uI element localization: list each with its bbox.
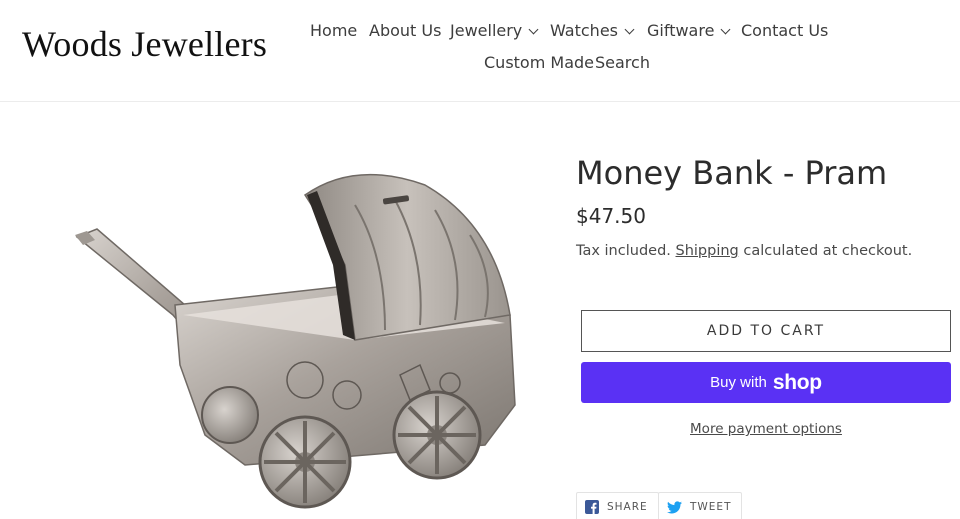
nav-about-us-label: About Us	[369, 21, 442, 40]
nav-about-us[interactable]: About Us	[369, 21, 441, 40]
site-header: Woods Jewellers Home About Us Jewellery …	[0, 0, 960, 102]
buy-with-label: Buy with	[710, 374, 767, 391]
nav-home[interactable]: Home	[310, 21, 357, 40]
chevron-down-icon	[528, 24, 539, 35]
tax-note: Tax included. Shipping calculated at che…	[576, 243, 912, 259]
nav-jewellery[interactable]: Jewellery	[450, 21, 539, 40]
nav-search[interactable]: Search	[595, 53, 650, 72]
more-payment-options-link[interactable]: More payment options	[581, 421, 951, 437]
tax-prefix: Tax included.	[576, 243, 671, 259]
product-title: Money Bank - Pram	[576, 154, 888, 192]
nav-giftware[interactable]: Giftware	[647, 21, 731, 40]
shop-pay-logo: shop	[772, 370, 822, 394]
facebook-icon	[585, 500, 599, 514]
tweet-button[interactable]: TWEET	[658, 492, 743, 519]
add-to-cart-label: ADD TO CART	[706, 323, 826, 339]
tax-suffix: calculated at checkout.	[743, 243, 913, 259]
product-price: $47.50	[576, 204, 646, 228]
nav-contact-us[interactable]: Contact Us	[741, 21, 828, 40]
nav-home-label: Home	[310, 21, 358, 40]
product-image[interactable]	[55, 165, 530, 519]
tweet-label: TWEET	[690, 501, 732, 513]
chevron-down-icon	[624, 24, 635, 35]
nav-custom-made[interactable]: Custom Made	[484, 53, 594, 72]
pram-illustration	[75, 173, 516, 509]
nav-custom-made-label: Custom Made	[484, 53, 594, 72]
nav-contact-us-label: Contact Us	[741, 21, 829, 40]
nav-watches-label: Watches	[550, 21, 618, 40]
nav-watches[interactable]: Watches	[550, 21, 635, 40]
nav-search-label: Search	[595, 53, 650, 72]
chevron-down-icon	[720, 24, 731, 35]
add-to-cart-button[interactable]: ADD TO CART	[581, 310, 951, 352]
nav-giftware-label: Giftware	[647, 21, 715, 40]
site-logo[interactable]: Woods Jewellers	[22, 23, 267, 65]
share-label: SHARE	[607, 501, 648, 513]
nav-jewellery-label: Jewellery	[450, 21, 523, 40]
share-facebook-button[interactable]: SHARE	[576, 492, 659, 519]
shipping-link[interactable]: Shipping	[676, 243, 739, 259]
buy-with-shop-button[interactable]: Buy with shop	[581, 362, 951, 403]
twitter-icon	[667, 500, 682, 513]
